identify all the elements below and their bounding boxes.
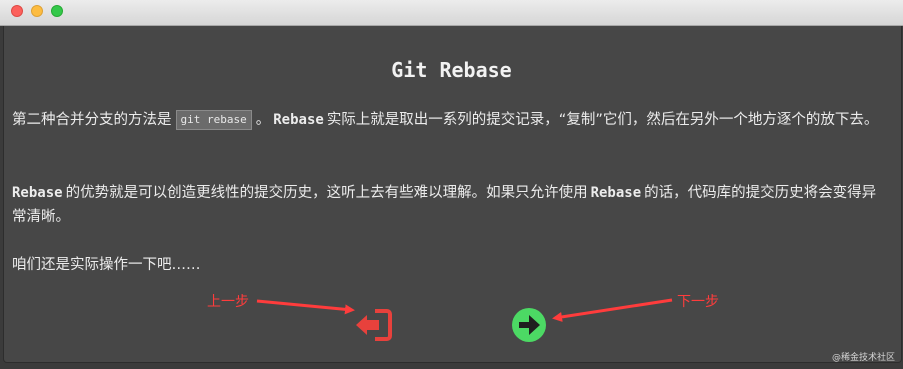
window-titlebar xyxy=(0,0,903,26)
dialog-title: Git Rebase xyxy=(391,58,512,82)
p1-text-before: 第二种合并分支的方法是 xyxy=(12,112,172,128)
p1-text-after: 实际上就是取出一系列的提交记录，“复制”它们，然后在另外一个地方逐个的放下去。 xyxy=(326,112,879,128)
prev-step-button[interactable] xyxy=(354,307,394,343)
exit-left-icon xyxy=(356,307,392,343)
paragraph-try-it: 咱们还是实际操作一下吧…… xyxy=(12,257,201,273)
paragraph-rebase-intro: 第二种合并分支的方法是 git rebase。 Rebase 实际上就是取出一系列的提… xyxy=(12,108,890,132)
keyword-rebase: Rebase xyxy=(590,185,642,201)
keyword-rebase: Rebase xyxy=(12,185,63,201)
annotation-next-step: 下一步 xyxy=(677,294,719,310)
app-window: Git Rebase 第二种合并分支的方法是 git rebase。 Rebase 实… xyxy=(0,0,903,369)
paragraph-rebase-advantage: Rebase 的优势就是可以创造更线性的提交历史，这听上去有些难以理解。如果只允许… xyxy=(12,181,890,229)
site-watermark: @稀金技术社区 xyxy=(831,353,895,363)
maximize-window-button[interactable] xyxy=(51,5,63,17)
inline-code-git-rebase: git rebase xyxy=(175,110,252,130)
next-step-button[interactable] xyxy=(511,307,547,343)
keyword-rebase: Rebase xyxy=(273,112,324,128)
arrow-right-circle-icon xyxy=(512,308,546,342)
minimize-window-button[interactable] xyxy=(31,5,43,17)
annotation-prev-step: 上一步 xyxy=(207,294,249,310)
p2-text-1: 的优势就是可以创造更线性的提交历史，这听上去有些难以理解。如果只允许使用 xyxy=(65,185,588,201)
close-window-button[interactable] xyxy=(11,5,23,17)
p1-text-mid: 。 xyxy=(255,112,271,128)
